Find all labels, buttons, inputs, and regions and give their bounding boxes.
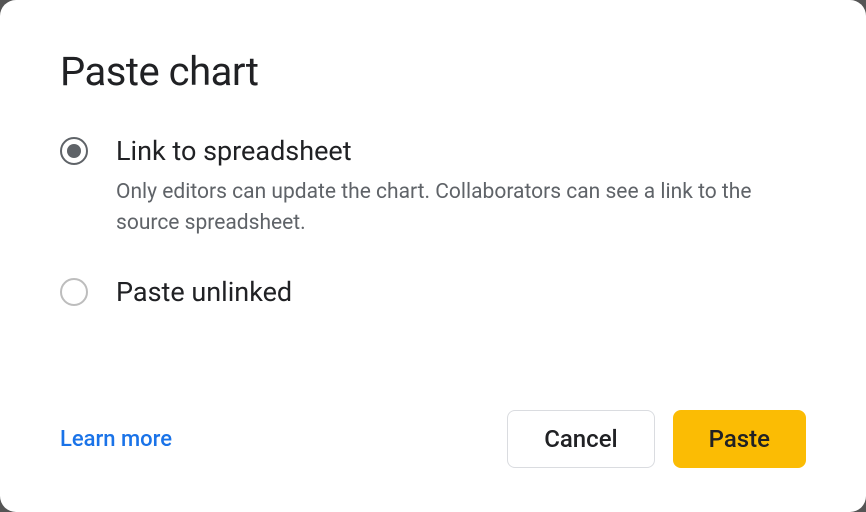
option-text-block: Link to spreadsheet Only editors can upd… bbox=[116, 135, 756, 238]
dialog-title: Paste chart bbox=[60, 48, 806, 95]
dialog-buttons: Cancel Paste bbox=[507, 410, 806, 468]
option-link-to-spreadsheet[interactable]: Link to spreadsheet Only editors can upd… bbox=[60, 135, 806, 238]
learn-more-link[interactable]: Learn more bbox=[60, 427, 172, 452]
radio-dot-icon bbox=[67, 144, 81, 158]
option-paste-unlinked[interactable]: Paste unlinked bbox=[60, 276, 806, 308]
dialog-footer: Learn more Cancel Paste bbox=[60, 410, 806, 468]
paste-chart-dialog: Paste chart Link to spreadsheet Only edi… bbox=[0, 0, 866, 512]
radio-paste-unlinked[interactable] bbox=[60, 278, 88, 306]
paste-button[interactable]: Paste bbox=[673, 410, 806, 468]
cancel-button[interactable]: Cancel bbox=[507, 410, 654, 468]
paste-options: Link to spreadsheet Only editors can upd… bbox=[60, 135, 806, 386]
option-description: Only editors can update the chart. Colla… bbox=[116, 177, 756, 238]
option-label: Paste unlinked bbox=[116, 276, 292, 308]
option-text-block: Paste unlinked bbox=[116, 276, 292, 308]
option-label: Link to spreadsheet bbox=[116, 135, 756, 167]
radio-link-to-spreadsheet[interactable] bbox=[60, 137, 88, 165]
